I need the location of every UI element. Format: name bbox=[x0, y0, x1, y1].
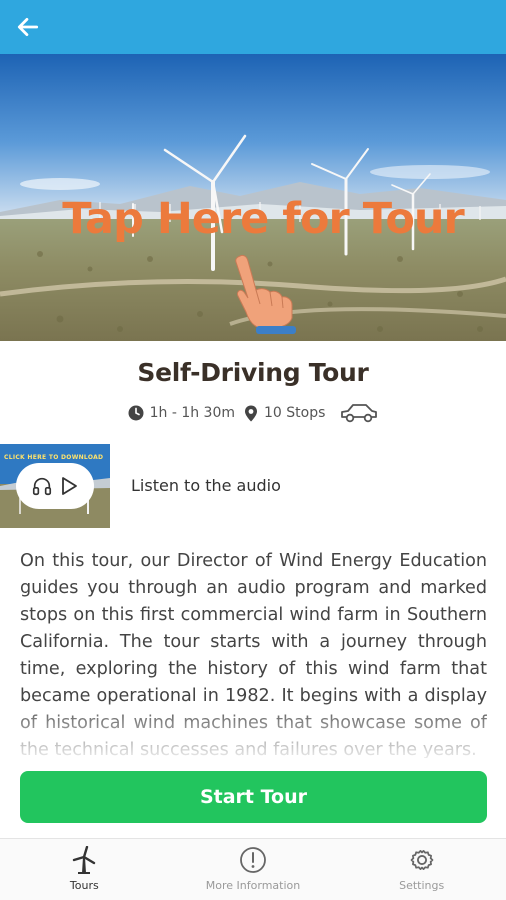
tour-meta: 1h - 1h 30m 10 Stops bbox=[0, 402, 506, 424]
nav-settings[interactable]: Settings bbox=[337, 839, 506, 900]
gear-icon bbox=[410, 850, 434, 870]
play-icon bbox=[62, 477, 77, 495]
duration-text: 1h - 1h 30m bbox=[149, 405, 236, 421]
pointing-hand-icon bbox=[235, 254, 296, 334]
duration-info: 1h - 1h 30m bbox=[127, 403, 235, 423]
hero-overlay-text: Tap Here for Tour bbox=[62, 194, 464, 244]
download-banner: CLICK HERE TO DOWNLOAD bbox=[4, 454, 104, 461]
nav-tours-label: Tours bbox=[69, 879, 99, 892]
start-tour-button[interactable]: Start Tour bbox=[20, 771, 487, 823]
nav-settings-label: Settings bbox=[399, 879, 445, 892]
map-pin-icon bbox=[245, 405, 258, 421]
audio-section: CLICK HERE TO DOWNLOAD Listen to the aud… bbox=[0, 444, 506, 528]
audio-thumbnail[interactable]: CLICK HERE TO DOWNLOAD bbox=[0, 444, 110, 528]
headphones-icon bbox=[32, 477, 52, 496]
app-header bbox=[0, 0, 506, 54]
clock-icon bbox=[128, 405, 144, 421]
nav-more-information-label: More Information bbox=[205, 879, 301, 892]
back-button[interactable] bbox=[10, 9, 46, 45]
audio-play-pill[interactable] bbox=[16, 463, 94, 509]
stops-info: 10 Stops bbox=[243, 403, 325, 423]
audio-label[interactable]: Listen to the audio bbox=[131, 476, 281, 495]
wind-turbine-icon bbox=[73, 846, 96, 874]
nav-tours[interactable]: Tours bbox=[0, 839, 169, 900]
nav-more-information[interactable]: More Information bbox=[169, 839, 338, 900]
tour-description: On this tour, our Director of Wind Energ… bbox=[20, 551, 487, 758]
car-icon bbox=[341, 404, 378, 423]
bottom-navigation: Tours More Information Settings bbox=[0, 838, 506, 900]
tour-title: Self-Driving Tour bbox=[137, 358, 369, 387]
stops-text: 10 Stops bbox=[264, 405, 326, 421]
tour-hero-image[interactable]: Tap Here for Tour bbox=[0, 54, 506, 341]
exclamation-circle-icon bbox=[240, 847, 266, 873]
arrow-left-icon bbox=[17, 18, 39, 36]
